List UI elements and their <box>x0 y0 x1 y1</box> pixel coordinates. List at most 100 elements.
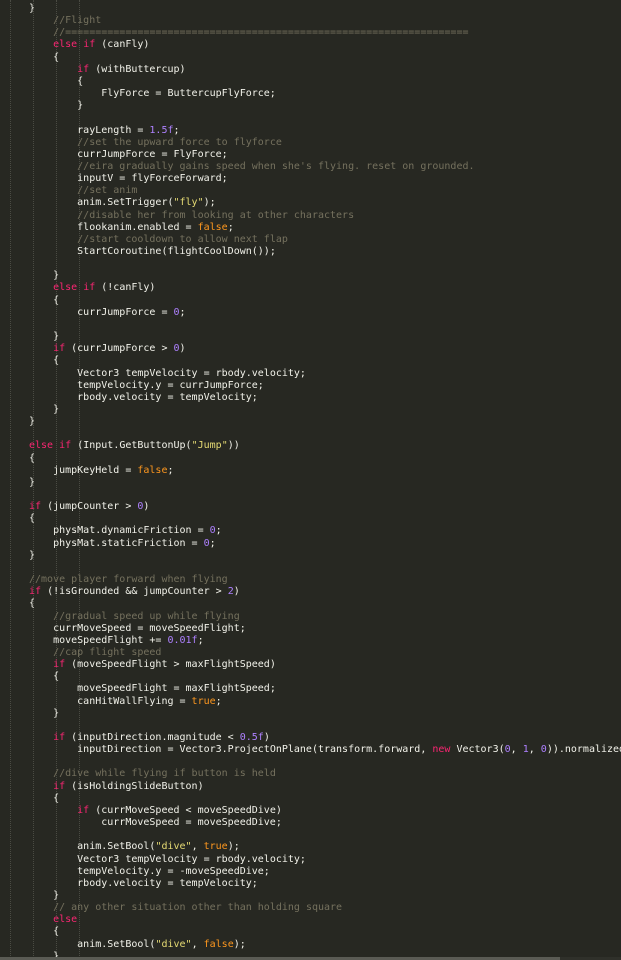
code-token: rayLength = <box>77 124 150 136</box>
code-token: ) <box>233 586 240 598</box>
code-token: ) <box>179 343 186 355</box>
code-line[interactable]: //move player forward when flying <box>29 574 228 586</box>
code-line[interactable]: //set anim <box>77 185 137 197</box>
code-token: , <box>191 841 204 853</box>
code-line[interactable]: { <box>29 598 35 610</box>
code-line[interactable]: else if (Input.GetButtonUp("Jump")) <box>29 440 240 452</box>
code-line[interactable]: //======================================… <box>53 27 468 39</box>
code-line[interactable]: physMat.staticFriction = 0; <box>53 538 216 550</box>
code-line[interactable]: } <box>53 331 59 343</box>
code-line[interactable]: if (inputDirection.magnitude < 0.5f) <box>53 732 270 744</box>
code-token: if <box>83 39 96 51</box>
code-line[interactable]: } <box>53 708 59 720</box>
code-line[interactable]: } <box>53 270 59 282</box>
code-token: false <box>137 464 168 476</box>
code-token: rbody.velocity = tempVelocity; <box>77 877 258 889</box>
code-line[interactable]: { <box>53 793 59 805</box>
code-line[interactable]: anim.SetBool("dive", true); <box>77 841 240 853</box>
code-token: new <box>432 744 451 756</box>
code-token: ) <box>143 501 150 513</box>
code-line[interactable]: } <box>77 100 83 112</box>
code-line[interactable]: { <box>53 295 59 307</box>
code-token: //eira gradually gains speed when she's … <box>77 160 475 172</box>
code-line[interactable]: if (!isGrounded && jumpCounter > 2) <box>29 586 240 598</box>
code-line[interactable]: //disable her from looking at other char… <box>77 210 354 222</box>
code-line[interactable]: } <box>29 416 35 428</box>
code-line[interactable]: canHitWallFlying = true; <box>77 696 222 708</box>
code-line[interactable]: else <box>53 914 77 926</box>
code-line[interactable]: { <box>29 453 35 465</box>
code-line[interactable]: //start cooldown to allow next flap <box>77 234 288 246</box>
code-line[interactable]: { <box>53 671 59 683</box>
code-line[interactable]: rayLength = 1.5f; <box>77 125 179 137</box>
code-token: Vector3( <box>450 744 505 756</box>
code-token: jumpKeyHeld = <box>53 464 138 476</box>
code-token: } <box>53 707 60 719</box>
code-line[interactable]: if (jumpCounter > 0) <box>29 501 149 513</box>
code-line[interactable]: } <box>53 890 59 902</box>
code-token: } <box>77 100 84 112</box>
code-token: anim.SetBool( <box>77 841 156 853</box>
code-line[interactable]: // any other situation other than holdin… <box>53 902 342 914</box>
code-token: { <box>53 51 60 63</box>
code-line[interactable]: if (moveSpeedFlight > maxFlightSpeed) <box>53 659 276 671</box>
code-line[interactable]: //eira gradually gains speed when she's … <box>77 161 474 173</box>
code-line[interactable]: StartCoroutine(flightCoolDown()); <box>77 246 276 258</box>
code-line[interactable]: inputDirection = Vector3.ProjectOnPlane(… <box>77 744 621 756</box>
code-line[interactable]: { <box>53 355 59 367</box>
code-token: if <box>83 282 96 294</box>
code-line[interactable]: } <box>53 404 59 416</box>
code-line[interactable]: currMoveSpeed = moveSpeedFlight; <box>53 623 246 635</box>
code-token: ); <box>227 841 240 853</box>
code-line[interactable]: anim.SetTrigger("fly"); <box>77 197 215 209</box>
code-line[interactable]: } <box>29 3 35 15</box>
code-line[interactable]: { <box>77 76 83 88</box>
code-token: )) <box>227 440 240 452</box>
code-line[interactable]: else if (canFly) <box>53 39 149 51</box>
code-line[interactable]: else if (!canFly) <box>53 282 155 294</box>
code-line[interactable]: inputV = flyForceForward; <box>77 173 228 185</box>
code-line[interactable]: //cap flight speed <box>53 647 161 659</box>
code-token: //start cooldown to allow next flap <box>77 233 288 245</box>
code-line[interactable]: rbody.velocity = tempVelocity; <box>77 878 258 890</box>
code-line[interactable]: Vector3 tempVelocity = rbody.velocity; <box>77 368 306 380</box>
code-line[interactable]: } <box>29 477 35 489</box>
code-line[interactable]: tempVelocity.y = currJumpForce; <box>77 380 264 392</box>
code-token: { <box>77 75 84 87</box>
code-line[interactable]: } <box>29 550 35 562</box>
code-line[interactable]: physMat.dynamicFriction = 0; <box>53 525 222 537</box>
code-token: tempVelocity.y = currJumpForce; <box>77 379 264 391</box>
code-line[interactable]: //gradual speed up while flying <box>53 611 240 623</box>
code-line[interactable]: { <box>53 52 59 64</box>
code-token: (jumpCounter > <box>41 501 138 513</box>
code-line[interactable]: FlyForce = ButtercupFlyForce; <box>101 88 276 100</box>
code-line[interactable]: currJumpForce = 0; <box>77 307 185 319</box>
code-line[interactable]: { <box>53 926 59 938</box>
code-line[interactable]: //set the upward force to flyforce <box>77 137 282 149</box>
code-token: if <box>59 440 72 452</box>
code-line[interactable]: flookanim.enabled = false; <box>77 222 234 234</box>
code-line[interactable]: jumpKeyHeld = false; <box>53 465 173 477</box>
code-line[interactable]: //dive while flying if button is held <box>53 768 276 780</box>
code-line[interactable]: tempVelocity.y = -moveSpeedDive; <box>77 866 270 878</box>
code-line[interactable]: if (currMoveSpeed < moveSpeedDive) <box>77 805 282 817</box>
code-line[interactable]: currMoveSpeed = moveSpeedDive; <box>101 817 282 829</box>
code-line[interactable]: { <box>29 513 35 525</box>
code-line[interactable]: Vector3 tempVelocity = rbody.velocity; <box>77 854 306 866</box>
code-line[interactable]: rbody.velocity = tempVelocity; <box>77 392 258 404</box>
code-line[interactable]: currJumpForce = FlyForce; <box>77 149 228 161</box>
code-editor[interactable]: } //Flight//=============================… <box>0 0 621 960</box>
code-token: if <box>53 343 66 355</box>
code-line[interactable]: if (withButtercup) <box>77 64 185 76</box>
code-line[interactable]: moveSpeedFlight = maxFlightSpeed; <box>77 683 276 695</box>
code-token: ; <box>227 221 234 233</box>
code-token: moveSpeedFlight = maxFlightSpeed; <box>77 683 276 695</box>
code-line[interactable]: if (isHoldingSlideButton) <box>53 781 204 793</box>
code-line[interactable]: //Flight <box>53 15 101 27</box>
code-line[interactable]: moveSpeedFlight += 0.01f; <box>53 635 204 647</box>
code-token: true <box>203 841 228 853</box>
code-token: ; <box>173 124 180 136</box>
code-line[interactable]: anim.SetBool("dive", false); <box>77 939 246 951</box>
code-token: } <box>29 416 36 428</box>
code-line[interactable]: if (currJumpForce > 0) <box>53 343 185 355</box>
